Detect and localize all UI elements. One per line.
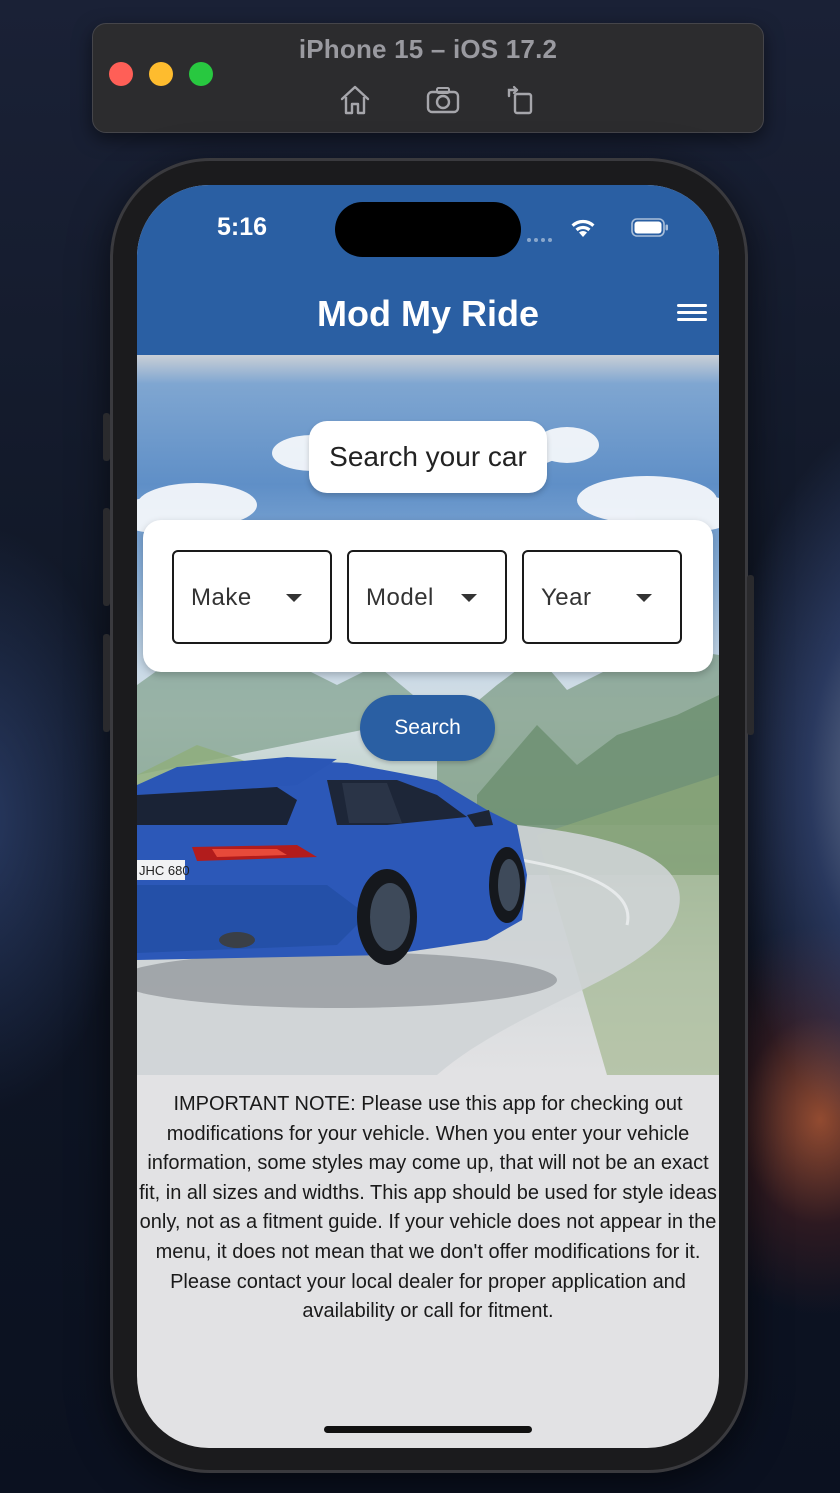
app-title: Mod My Ride [317, 293, 539, 334]
volume-down-button[interactable] [103, 634, 110, 732]
app-bar: 5:16 Mod My Ride [137, 185, 719, 355]
search-button[interactable]: Search [360, 695, 495, 761]
battery-icon [631, 218, 669, 237]
vehicle-select-card: Make Model Year [143, 520, 713, 672]
make-dropdown-label: Make [191, 584, 252, 611]
hamburger-menu-icon[interactable] [675, 300, 709, 328]
wifi-icon [569, 216, 597, 238]
home-indicator[interactable] [324, 1426, 532, 1433]
status-icons [509, 216, 669, 242]
volume-up-button[interactable] [103, 508, 110, 606]
phone-screen: 5:16 Mod My Ride JHC 680 Search your car… [137, 185, 719, 1448]
year-dropdown-label: Year [541, 584, 592, 611]
cellular-dots-icon [527, 229, 557, 242]
action-button[interactable] [103, 413, 110, 461]
chevron-down-icon [461, 594, 477, 602]
home-icon[interactable] [337, 82, 373, 118]
power-button[interactable] [747, 575, 754, 735]
search-heading: Search your car [309, 421, 547, 493]
dynamic-island [335, 202, 521, 257]
rotate-icon[interactable] [503, 82, 539, 118]
screenshot-icon[interactable] [425, 82, 461, 118]
model-dropdown[interactable]: Model [347, 550, 507, 644]
model-dropdown-label: Model [366, 584, 434, 611]
simulator-title-bar: iPhone 15 – iOS 17.2 [92, 23, 764, 133]
license-plate: JHC 680 [139, 863, 190, 878]
year-dropdown[interactable]: Year [522, 550, 682, 644]
hero-section: JHC 680 Search your car Make Model Year … [137, 355, 719, 1075]
simulator-title: iPhone 15 – iOS 17.2 [298, 34, 558, 64]
make-dropdown[interactable]: Make [172, 550, 332, 644]
chevron-down-icon [286, 594, 302, 602]
important-note: IMPORTANT NOTE: Please use this app for … [139, 1093, 717, 1323]
status-time: 5:16 [217, 213, 268, 241]
chevron-down-icon [636, 594, 652, 602]
